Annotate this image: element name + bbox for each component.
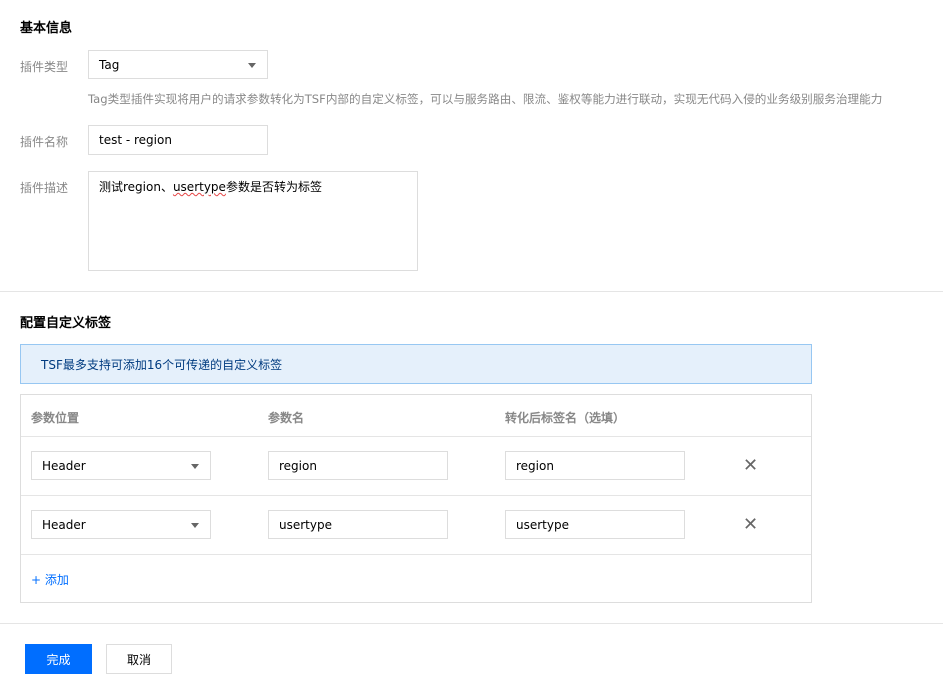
row-1-param-value: region — [279, 458, 317, 473]
chevron-down-icon — [191, 463, 199, 469]
row-1-param-input[interactable]: region — [268, 451, 448, 480]
plugin-name-input[interactable]: test - region — [88, 125, 268, 155]
row-2-tag-value: usertype — [516, 517, 569, 532]
row-1-position-select[interactable]: Header — [31, 451, 211, 480]
column-header-tag: 转化后标签名（选填） — [505, 411, 626, 425]
add-tag-link[interactable]: + 添加 — [31, 571, 69, 588]
plugin-name-label: 插件名称 — [20, 135, 69, 149]
row-2-tag-input[interactable]: usertype — [505, 510, 685, 539]
custom-section-title: 配置自定义标签 — [20, 316, 112, 331]
cancel-button[interactable]: 取消 — [106, 644, 172, 674]
plugin-desc-text-prefix: 测试region、 — [99, 180, 173, 194]
row-1-position-value: Header — [42, 458, 86, 473]
row-2-param-value: usertype — [279, 517, 332, 532]
chevron-down-icon — [248, 62, 256, 68]
plugin-type-label: 插件类型 — [20, 60, 69, 74]
close-icon[interactable]: ✕ — [743, 457, 758, 475]
column-header-param: 参数名 — [268, 411, 305, 425]
row-2-position-value: Header — [42, 517, 86, 532]
custom-tag-table: 参数位置 参数名 转化后标签名（选填） Header region region… — [20, 394, 812, 603]
row-2-position-select[interactable]: Header — [31, 510, 211, 539]
header-divider — [21, 436, 811, 437]
plugin-type-value: Tag — [99, 57, 120, 72]
row-divider — [21, 495, 811, 496]
plugin-desc-text-suffix: 参数是否转为标签 — [225, 180, 322, 194]
confirm-button[interactable]: 完成 — [25, 644, 92, 674]
plugin-type-hint: Tag类型插件实现将用户的请求参数转化为TSF内部的自定义标签，可以与服务路由、… — [88, 92, 883, 106]
plugin-desc-textarea[interactable]: 测试region、usertype参数是否转为标签 — [88, 171, 418, 271]
row-1-tag-value: region — [516, 458, 554, 473]
basic-section-title: 基本信息 — [20, 21, 73, 36]
plugin-desc-label: 插件描述 — [20, 181, 69, 195]
row-2-param-input[interactable]: usertype — [268, 510, 448, 539]
plugin-name-value: test - region — [99, 133, 172, 147]
plugin-desc-text-misspelled: usertype — [172, 180, 226, 194]
column-header-position: 参数位置 — [31, 411, 80, 425]
row-1-tag-input[interactable]: region — [505, 451, 685, 480]
section-divider — [0, 291, 943, 292]
close-icon[interactable]: ✕ — [743, 516, 758, 534]
plugin-type-select[interactable]: Tag — [88, 50, 268, 79]
row-divider — [21, 554, 811, 555]
footer-divider — [0, 623, 943, 624]
chevron-down-icon — [191, 522, 199, 528]
limit-notice: TSF最多支持可添加16个可传递的自定义标签 — [20, 344, 812, 384]
